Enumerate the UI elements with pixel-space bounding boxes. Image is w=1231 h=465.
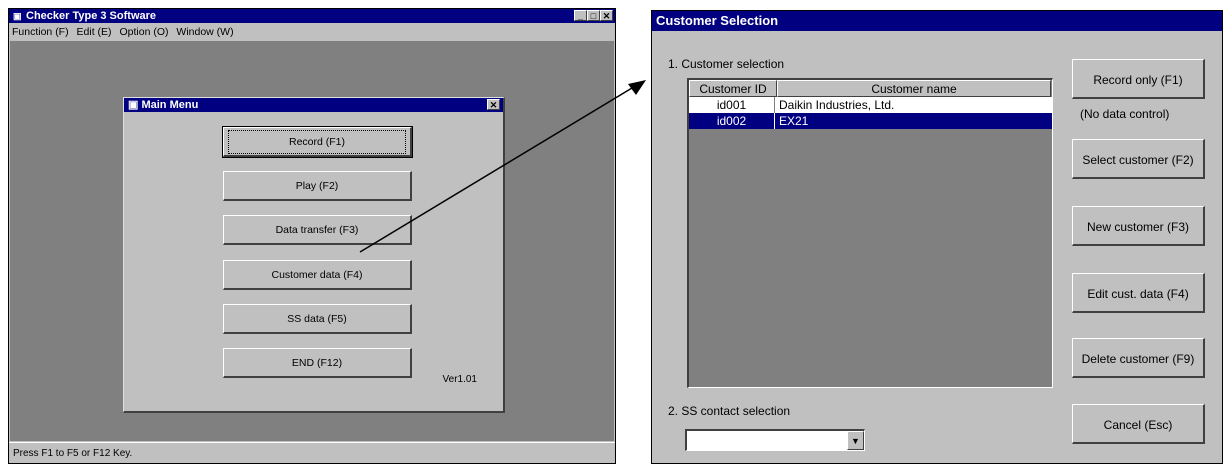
cell-customer-name: Daikin Industries, Ltd. (779, 98, 895, 112)
cell-customer-name: EX21 (779, 114, 809, 128)
end-button[interactable]: END (F12) (223, 348, 412, 378)
data-transfer-button[interactable]: Data transfer (F3) (223, 215, 412, 245)
customer-selection-label: 1. Customer selection (668, 57, 785, 71)
cell-customer-id: id001 (689, 97, 775, 113)
ss-contact-label: 2. SS contact selection (668, 404, 791, 418)
column-header-customer-id[interactable]: Customer ID (689, 80, 777, 97)
edit-customer-button[interactable]: Edit cust. data (F4) (1072, 273, 1205, 313)
record-only-button[interactable]: Record only (F1) (1072, 59, 1205, 99)
main-menu-titlebar: ▣ Main Menu ✕ (124, 98, 503, 112)
main-menu-close-button[interactable]: ✕ (487, 99, 500, 110)
new-customer-button[interactable]: New customer (F3) (1072, 206, 1205, 246)
customer-selection-title: Customer Selection (652, 11, 1222, 31)
checker-app-window: ▣ Checker Type 3 Software _ □ ✕ Function … (8, 8, 616, 464)
status-bar: Press F1 to F5 or F12 Key. (9, 442, 615, 463)
app-icon: ▣ (13, 11, 22, 21)
minimize-button[interactable]: _ (574, 10, 587, 21)
ss-contact-select[interactable]: ▼ (685, 429, 865, 451)
main-menu-icon: ▣ (128, 99, 142, 111)
record-button-label: Record (F1) (227, 130, 406, 154)
close-button[interactable]: ✕ (600, 10, 613, 21)
ss-data-button[interactable]: SS data (F5) (223, 304, 412, 334)
column-header-customer-name[interactable]: Customer name (777, 80, 1051, 97)
app-titlebar: ▣ Checker Type 3 Software _ □ ✕ (9, 9, 615, 23)
menu-function[interactable]: Function (F) (12, 26, 69, 38)
customer-data-button[interactable]: Customer data (F4) (223, 260, 412, 290)
app-title: Checker Type 3 Software (26, 10, 157, 22)
menu-bar: Function (F) Edit (E) Option (O) Window … (9, 24, 615, 40)
play-button[interactable]: Play (F2) (223, 171, 412, 201)
version-label: Ver1.01 (442, 374, 477, 385)
delete-customer-button[interactable]: Delete customer (F9) (1072, 338, 1205, 378)
menu-window[interactable]: Window (W) (176, 26, 233, 38)
main-menu-title: Main Menu (141, 99, 199, 111)
select-customer-button[interactable]: Select customer (F2) (1072, 139, 1205, 179)
record-button[interactable]: Record (F1) (222, 126, 413, 158)
cancel-button[interactable]: Cancel (Esc) (1072, 404, 1205, 444)
customer-selection-dialog: Customer Selection 1. Customer selection… (651, 10, 1223, 464)
menu-edit[interactable]: Edit (E) (77, 26, 112, 38)
table-row-selected[interactable]: id002 EX21 (689, 113, 1052, 129)
customer-list[interactable]: Customer ID Customer name id001 Daikin I… (687, 78, 1053, 388)
menu-option[interactable]: Option (O) (119, 26, 168, 38)
mdi-workspace: ▣ Main Menu ✕ Record (F1) Play (F2) Data… (10, 41, 614, 441)
maximize-button[interactable]: □ (587, 10, 600, 21)
no-data-control-label: (No data control) (1080, 107, 1170, 121)
main-menu-dialog: ▣ Main Menu ✕ Record (F1) Play (F2) Data… (123, 97, 505, 413)
table-row[interactable]: id001 Daikin Industries, Ltd. (689, 97, 1052, 113)
cell-customer-id: id002 (689, 113, 775, 129)
chevron-down-icon[interactable]: ▼ (847, 431, 864, 450)
